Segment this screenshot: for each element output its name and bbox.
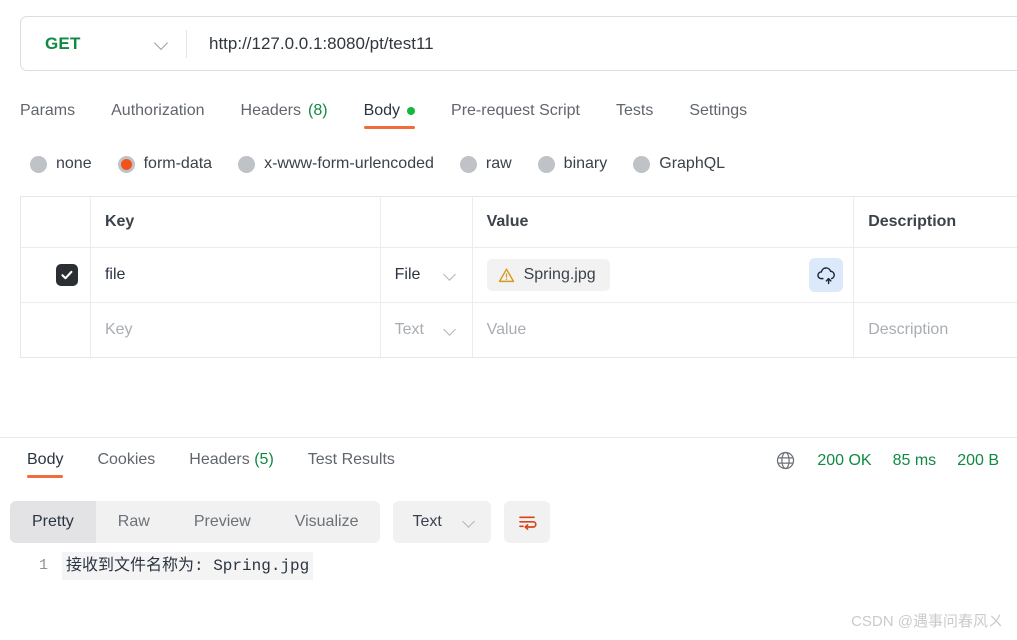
body-type-radio-group: none form-data x-www-form-urlencoded raw…: [30, 155, 725, 173]
radio-icon: [537, 155, 555, 173]
chevron-down-icon: [445, 325, 456, 336]
radio-icon: [633, 155, 651, 173]
row-type-label: File: [394, 266, 421, 283]
tab-label: Cookies: [97, 451, 156, 468]
radio-label: form-data: [143, 155, 213, 172]
status-code: 200 OK: [817, 451, 872, 469]
tab-label: Tests: [615, 102, 654, 119]
tab-label: Params: [20, 102, 76, 119]
row-description-input[interactable]: [854, 248, 1017, 302]
radio-form-data[interactable]: form-data: [117, 155, 213, 173]
radio-icon: [459, 155, 477, 173]
radio-icon-selected: [117, 155, 135, 173]
response-status-bar: 200 OK 85 ms 200 B: [775, 450, 999, 471]
radio-graphql[interactable]: GraphQL: [633, 155, 725, 173]
tab-label: Body: [363, 102, 401, 119]
radio-x-www-form-urlencoded[interactable]: x-www-form-urlencoded: [238, 155, 434, 173]
url-input[interactable]: http://127.0.0.1:8080/pt/test11: [187, 34, 1017, 54]
row-type-dropdown[interactable]: Text: [381, 303, 473, 357]
response-tab-test-results[interactable]: Test Results: [291, 445, 412, 482]
tab-settings[interactable]: Settings: [671, 96, 765, 133]
tab-label: Pre-request Script: [451, 102, 580, 119]
response-size: 200 B: [957, 451, 999, 469]
tab-params[interactable]: Params: [20, 96, 93, 133]
response-body-viewer: 1 接收到文件名称为: Spring.jpg: [10, 552, 314, 580]
chevron-down-icon: [445, 270, 456, 281]
tab-label: Headers: [189, 451, 250, 468]
row-value-input[interactable]: Value: [473, 303, 855, 357]
tab-count: (5): [254, 451, 274, 468]
request-url-bar: GET http://127.0.0.1:8080/pt/test11: [20, 16, 1017, 71]
form-data-table: Key Value Description file File Spring.j…: [20, 196, 1017, 358]
file-name: Spring.jpg: [523, 266, 596, 283]
radio-label: binary: [563, 155, 608, 172]
row-type-label: Text: [394, 321, 424, 338]
globe-icon[interactable]: [775, 450, 796, 471]
radio-label: raw: [485, 155, 512, 172]
view-mode-segmented-control: Pretty Raw Preview Visualize: [10, 501, 381, 543]
radio-icon: [30, 155, 47, 173]
radio-icon: [238, 155, 256, 173]
http-method-label: GET: [45, 33, 81, 53]
response-tab-headers[interactable]: Headers (5): [172, 445, 291, 482]
tab-tests[interactable]: Tests: [598, 96, 671, 133]
radio-none[interactable]: none: [30, 155, 92, 173]
cloud-upload-icon[interactable]: [809, 258, 844, 292]
tab-label: Test Results: [307, 451, 395, 468]
header-value: Value: [473, 197, 855, 247]
row-value-cell: Spring.jpg: [473, 248, 855, 302]
header-checkbox-cell: [21, 197, 91, 247]
watermark: CSDN @遇事问春风ㄨ: [851, 613, 1003, 630]
tab-label: Authorization: [111, 102, 205, 119]
view-mode-preview[interactable]: Preview: [172, 501, 273, 543]
tab-pre-request-script[interactable]: Pre-request Script: [433, 96, 598, 133]
tab-headers[interactable]: Headers (8): [223, 96, 346, 133]
row-key-input[interactable]: Key: [91, 303, 381, 357]
http-method-dropdown[interactable]: GET: [21, 17, 186, 70]
checkbox-checked-icon[interactable]: [55, 264, 78, 286]
table-header-row: Key Value Description: [21, 197, 1017, 247]
row-description-input[interactable]: Description: [854, 303, 1017, 357]
header-key: Key: [91, 197, 381, 247]
tab-label: Headers: [240, 102, 301, 119]
view-mode-raw[interactable]: Raw: [96, 501, 172, 543]
response-format-dropdown[interactable]: Text: [393, 501, 491, 543]
row-type-dropdown[interactable]: File: [381, 248, 473, 302]
response-divider: [0, 437, 1017, 438]
radio-label: x-www-form-urlencoded: [264, 155, 434, 172]
chevron-down-icon: [155, 37, 168, 50]
table-row: file File Spring.jpg: [21, 247, 1017, 302]
word-wrap-icon[interactable]: [503, 501, 550, 543]
radio-label: none: [56, 155, 92, 172]
response-format-label: Text: [412, 513, 442, 530]
chevron-down-icon: [464, 517, 475, 528]
radio-binary[interactable]: binary: [537, 155, 608, 173]
view-mode-pretty[interactable]: Pretty: [10, 501, 96, 543]
row-checkbox-cell[interactable]: [21, 248, 91, 302]
tab-label: Settings: [689, 102, 748, 119]
response-view-toolbar: Pretty Raw Preview Visualize Text: [10, 501, 550, 543]
response-tab-bar: Body Cookies Headers (5) Test Results: [10, 445, 412, 482]
radio-raw[interactable]: raw: [459, 155, 512, 173]
response-tab-body[interactable]: Body: [10, 445, 80, 482]
radio-label: GraphQL: [659, 155, 726, 172]
tab-body[interactable]: Body: [346, 96, 433, 133]
tab-count: (8): [308, 102, 328, 119]
header-type-cell: [381, 197, 473, 247]
header-description: Description: [854, 197, 1017, 247]
response-tab-cookies[interactable]: Cookies: [80, 445, 172, 482]
body-present-dot-icon: [407, 107, 416, 115]
tab-label: Body: [27, 451, 64, 468]
line-number: 1: [38, 557, 48, 574]
view-mode-visualize[interactable]: Visualize: [273, 501, 381, 543]
row-key-input[interactable]: file: [91, 248, 381, 302]
row-checkbox-cell[interactable]: [21, 303, 91, 357]
warning-triangle-icon: [498, 267, 514, 282]
table-row: Key Text Value Description: [21, 302, 1017, 357]
file-chip[interactable]: Spring.jpg: [486, 259, 610, 291]
tab-authorization[interactable]: Authorization: [93, 96, 222, 133]
response-time: 85 ms: [892, 451, 937, 469]
response-body-line[interactable]: 接收到文件名称为: Spring.jpg: [62, 552, 314, 580]
request-tab-bar: Params Authorization Headers (8) Body Pr…: [20, 96, 765, 133]
